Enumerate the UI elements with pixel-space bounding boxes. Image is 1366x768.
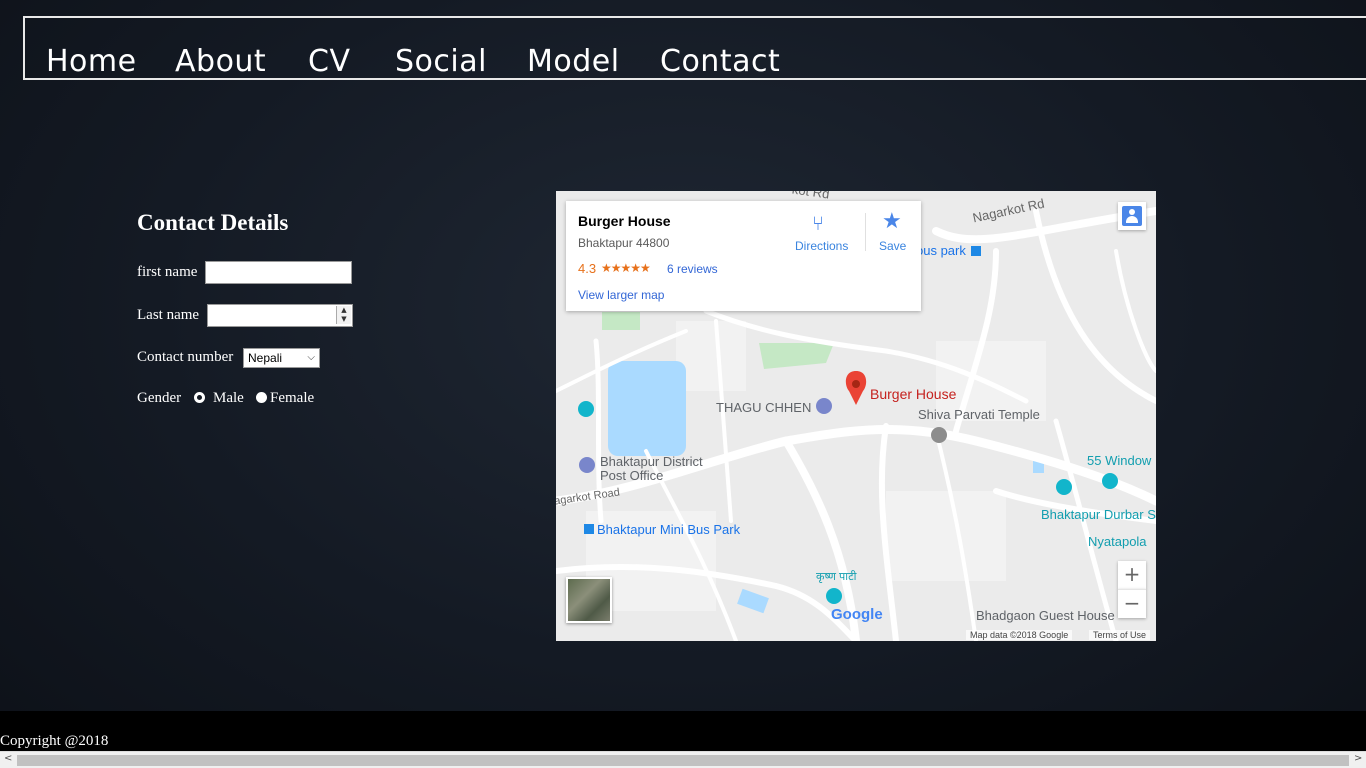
view-larger-map-link[interactable]: View larger map [578, 288, 664, 302]
female-radio-label: Female [270, 390, 315, 406]
rating-stars-icon: ★★★★★ [601, 261, 651, 275]
first-name-field[interactable] [205, 261, 352, 284]
nav-cv-link[interactable]: CV [308, 44, 350, 80]
place-address: Bhaktapur 44800 [578, 236, 670, 250]
place-info-card: Burger House Bhaktapur 44800 4.3 ★★★★★ 6… [566, 201, 921, 311]
scrollbar-thumb[interactable] [17, 755, 1349, 766]
number-spinner[interactable]: ▲ ▼ [336, 306, 351, 324]
chevron-down-icon: ⌵ [307, 352, 315, 363]
scroll-right-icon[interactable]: > [1354, 753, 1362, 764]
contact-number-label: Contact number [137, 349, 234, 365]
place-rating: 4.3 [578, 261, 597, 276]
card-divider [865, 213, 866, 251]
google-map-embed[interactable]: Nagarkot Rd kot Rd ous park Burger House… [556, 191, 1156, 641]
pegman-icon [1122, 206, 1142, 226]
map-label-nyatapola: Nyatapola [1088, 534, 1147, 549]
contact-number-select[interactable]: Nepali ⌵ [243, 348, 320, 368]
main-nav: Home About CV Social Model Contact [23, 16, 1366, 80]
star-icon: ★ [882, 209, 902, 234]
nav-home-link[interactable]: Home [46, 44, 137, 80]
gender-label: Gender [137, 390, 182, 406]
first-name-label: first name [137, 264, 198, 280]
map-label-burger-house: Burger House [870, 386, 957, 402]
nav-model-link[interactable]: Model [527, 44, 620, 80]
scroll-left-icon[interactable]: < [4, 753, 12, 764]
contact-details-heading: Contact Details [137, 210, 289, 235]
last-name-label: Last name [137, 307, 200, 323]
directions-button[interactable]: ⑂ Directions [790, 211, 852, 256]
map-label-post-office-2: Post Office [600, 468, 664, 483]
reviews-link[interactable]: 6 reviews [667, 262, 718, 276]
google-logo: Google [831, 606, 883, 623]
last-name-field[interactable]: ▲ ▼ [207, 304, 353, 327]
female-radio[interactable] [256, 392, 267, 403]
directions-label: Directions [795, 239, 849, 253]
nav-contact-link[interactable]: Contact [660, 44, 780, 80]
map-label-shiva-parvati: Shiva Parvati Temple [918, 407, 1040, 422]
male-radio[interactable] [194, 392, 205, 403]
street-view-button[interactable] [1118, 202, 1146, 230]
map-label-post-office-1: Bhaktapur District [600, 454, 703, 469]
map-label-guest-house: Bhadgaon Guest House [976, 608, 1115, 623]
map-attribution: Map data ©2018 Google [966, 630, 1073, 640]
horizontal-scrollbar[interactable]: < > [0, 751, 1366, 768]
zoom-out-button[interactable]: − [1118, 589, 1146, 618]
map-label-mini-bus-park: Bhaktapur Mini Bus Park [597, 522, 741, 537]
terms-of-use-link[interactable]: Terms of Use [1089, 630, 1151, 640]
footer-bar [0, 711, 1366, 751]
place-name: Burger House [578, 213, 671, 229]
map-label-windows: 55 Window [1087, 453, 1152, 468]
nav-social-link[interactable]: Social [395, 44, 487, 80]
zoom-in-button[interactable]: + [1118, 561, 1146, 589]
save-button[interactable]: ★ Save [874, 209, 914, 254]
directions-icon: ⑂ [812, 211, 824, 235]
contact-number-selected-value: Nepali [248, 351, 283, 365]
map-label-bus-park: ous park [916, 243, 966, 258]
map-label-thagu-chhen: THAGU CHHEN [716, 400, 812, 415]
copyright-text: Copyright @2018 [0, 733, 109, 749]
map-label-durbar: Bhaktapur Durbar S [1041, 507, 1156, 522]
map-label-krishna: कृष्ण पाटी [816, 571, 857, 583]
male-radio-label: Male [213, 390, 244, 406]
satellite-toggle[interactable] [566, 577, 612, 623]
save-label: Save [879, 239, 907, 253]
nav-about-link[interactable]: About [175, 44, 266, 80]
